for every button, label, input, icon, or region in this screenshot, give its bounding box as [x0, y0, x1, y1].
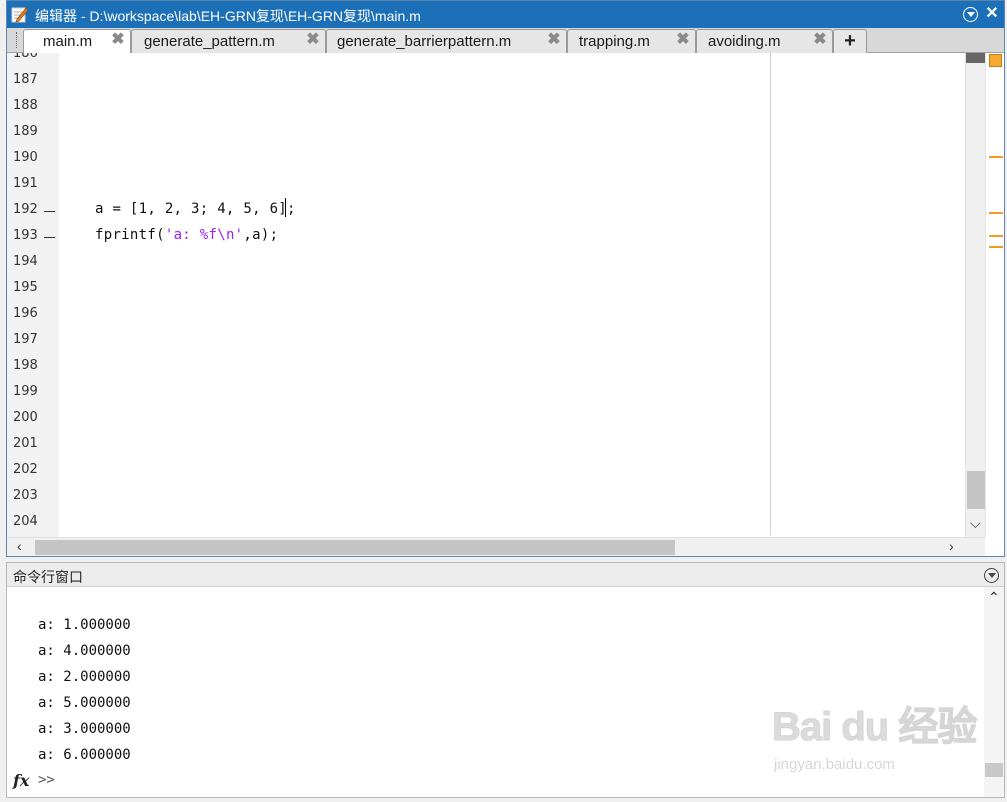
editor-tab-bar: main.m ✖ generate_pattern.m ✖ generate_b…	[7, 28, 1004, 54]
code-string: 'a: %f\n'	[164, 227, 244, 243]
tab-label: trapping.m	[579, 33, 650, 50]
tab-close-icon[interactable]: ✖	[306, 32, 320, 48]
command-scroll-thumb[interactable]	[985, 763, 1003, 777]
vertical-scroll-thumb[interactable]	[967, 471, 985, 509]
editor-title-bar[interactable]: 编辑器 - D:\workspace\lab\EH-GRN复现\EH-GRN复现…	[7, 1, 1004, 28]
output-line: a: 6.000000	[38, 747, 131, 763]
line-number: 187	[13, 72, 38, 87]
code-line-192: a = [1, 2, 3; 4, 5, 6];	[95, 201, 296, 217]
scroll-left-arrow-icon[interactable]: ‹	[17, 538, 22, 554]
editor-pencil-icon	[11, 7, 29, 23]
line-number: 204	[13, 514, 38, 529]
scroll-up-arrow-icon[interactable]: ⌃	[988, 589, 1000, 606]
command-prompt[interactable]: >>	[38, 772, 55, 788]
tab-label: generate_pattern.m	[144, 33, 275, 50]
tab-close-icon[interactable]: ✖	[111, 32, 125, 48]
output-line: a: 5.000000	[38, 695, 131, 711]
line-number-gutter[interactable]: 186 187 188 189 190 191 192 193 194 195 …	[7, 53, 59, 537]
tab-trapping-m[interactable]: trapping.m ✖	[567, 29, 696, 53]
scroll-down-arrow-icon[interactable]: ⌵	[970, 515, 981, 532]
line-number: 197	[13, 332, 38, 347]
line-number: 190	[13, 150, 38, 165]
function-browser-icon[interactable]: fx	[13, 771, 29, 790]
line-number: 199	[13, 384, 38, 399]
watermark-logo: Bai du 经验	[771, 705, 977, 750]
watermark-url: jingyan.baidu.com	[774, 756, 895, 773]
editor-horizontal-scrollbar[interactable]: ‹ ›	[7, 537, 985, 556]
line-number: 198	[13, 358, 38, 373]
executable-line-marker[interactable]	[44, 237, 55, 238]
line-number: 191	[13, 176, 38, 191]
line-number: 201	[13, 436, 38, 451]
executable-line-marker[interactable]	[44, 211, 55, 212]
line-number: 189	[13, 124, 38, 139]
editor-close-icon[interactable]: ✕	[982, 4, 1002, 24]
code-analyzer-status-icon[interactable]	[989, 54, 1002, 67]
tab-label: avoiding.m	[708, 33, 781, 50]
command-window-title: 命令行窗口	[13, 569, 83, 585]
tab-close-icon[interactable]: ✖	[676, 32, 690, 48]
scroll-up-arrow-icon[interactable]	[966, 53, 986, 63]
command-window-actions-icon[interactable]	[984, 568, 999, 583]
editor-vertical-scrollbar[interactable]: ⌵	[965, 53, 986, 537]
tab-close-icon[interactable]: ✖	[547, 32, 561, 48]
code-function: fprintf(	[95, 227, 165, 243]
code-editor[interactable]: a = [1, 2, 3; 4, 5, 6]; fprintf('a: %f\n…	[59, 53, 965, 537]
line-number: 194	[13, 254, 38, 269]
line-number: 196	[13, 306, 38, 321]
code-args: ,a);	[243, 227, 279, 243]
warning-marker[interactable]	[989, 235, 1003, 237]
command-window-header[interactable]: 命令行窗口	[7, 563, 1004, 587]
warning-marker[interactable]	[989, 156, 1003, 158]
output-line: a: 1.000000	[38, 617, 131, 633]
baidu-jingyan-watermark: Bai du 经验 jingyan.baidu.com	[771, 694, 977, 784]
tab-label: generate_barrierpattern.m	[337, 33, 512, 50]
line-number: 193	[13, 228, 38, 243]
output-line: a: 2.000000	[38, 669, 131, 685]
output-line: a: 4.000000	[38, 643, 131, 659]
code-analyzer-marker-bar	[985, 53, 1004, 537]
tab-generate-barrierpattern-m[interactable]: generate_barrierpattern.m ✖	[326, 29, 567, 53]
editor-actions-menu-icon[interactable]	[963, 7, 978, 22]
editor-window: 编辑器 - D:\workspace\lab\EH-GRN复现\EH-GRN复现…	[6, 0, 1005, 557]
scroll-right-arrow-icon[interactable]: ›	[949, 538, 954, 554]
tab-close-icon[interactable]: ✖	[813, 32, 827, 48]
line-number: 202	[13, 462, 38, 477]
code-line-193: fprintf('a: %f\n',a);	[95, 227, 278, 243]
right-text-margin	[770, 53, 771, 535]
output-line: a: 3.000000	[38, 721, 131, 737]
line-number: 195	[13, 280, 38, 295]
line-number: 186	[13, 53, 38, 61]
horizontal-scroll-thumb[interactable]	[35, 540, 675, 555]
line-number: 188	[13, 98, 38, 113]
tab-bar-grip[interactable]	[16, 32, 18, 48]
tab-main-m[interactable]: main.m ✖	[23, 29, 131, 54]
add-tab-button[interactable]: +	[833, 29, 867, 53]
command-window-scrollbar[interactable]: ⌃	[984, 587, 1004, 797]
line-number: 192	[13, 202, 38, 217]
tab-avoiding-m[interactable]: avoiding.m ✖	[696, 29, 833, 53]
warning-marker[interactable]	[989, 212, 1003, 214]
text-caret	[285, 198, 286, 217]
editor-title: 编辑器 - D:\workspace\lab\EH-GRN复现\EH-GRN复现…	[35, 8, 421, 24]
warning-marker[interactable]	[989, 246, 1003, 248]
tab-label: main.m	[43, 33, 93, 50]
tab-generate-pattern-m[interactable]: generate_pattern.m ✖	[131, 29, 326, 53]
line-number: 203	[13, 488, 38, 503]
line-number: 200	[13, 410, 38, 425]
